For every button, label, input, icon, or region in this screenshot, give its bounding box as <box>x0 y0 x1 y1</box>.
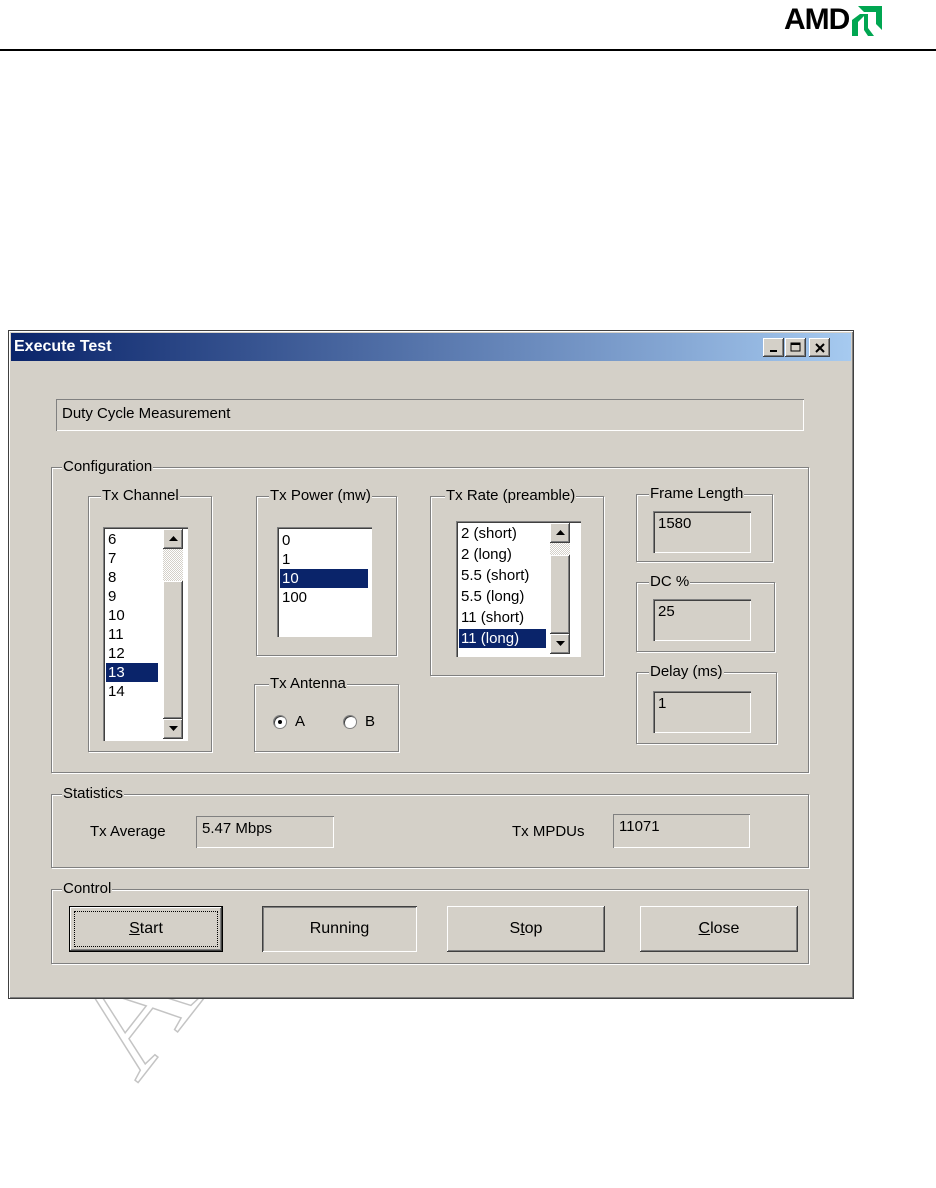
control-group: Control Start Running Stop Close <box>51 880 809 964</box>
tx-rate-listbox[interactable]: 2 (short) 2 (long) 5.5 (short) 5.5 (long… <box>456 521 581 657</box>
tx-average-label: Tx Average <box>90 823 166 840</box>
arrow-down-icon <box>168 726 178 731</box>
running-label: Running <box>309 920 370 937</box>
list-item-selected[interactable]: 11 (long) <box>459 629 546 648</box>
control-label: Control <box>62 880 113 898</box>
configuration-label: Configuration <box>62 458 154 476</box>
frame-length-group: Frame Length 1580 <box>636 485 773 562</box>
dc-percent-group: DC % 25 <box>636 573 775 652</box>
list-item[interactable]: 10 <box>106 606 158 625</box>
radio-selected-dot <box>278 720 282 724</box>
window-title: Execute Test <box>14 338 112 355</box>
list-item[interactable]: 8 <box>106 568 158 587</box>
dc-percent-value: 25 <box>658 603 675 620</box>
arrow-up-icon <box>555 530 565 535</box>
amd-logo-text: AMD <box>784 3 850 36</box>
maximize-icon <box>790 342 801 352</box>
amd-logo: AMD <box>784 3 883 37</box>
arrow-up-icon <box>168 536 178 541</box>
close-icon <box>814 342 825 353</box>
close-window-button[interactable] <box>809 338 830 357</box>
antenna-a-radio[interactable] <box>273 715 287 729</box>
list-item[interactable]: 9 <box>106 587 158 606</box>
minimize-icon <box>769 349 777 352</box>
test-name-field: Duty Cycle Measurement <box>56 399 804 431</box>
list-item[interactable]: 14 <box>106 682 158 701</box>
tx-rate-group: Tx Rate (preamble) 2 (short) 2 (long) 5.… <box>430 487 604 676</box>
arrow-down-icon <box>555 641 565 646</box>
amd-arrow-icon <box>852 6 883 36</box>
tx-power-listbox[interactable]: 0 1 10 100 <box>277 527 372 637</box>
focus-rect <box>74 911 218 947</box>
maximize-button[interactable] <box>785 338 806 357</box>
tx-channel-group: Tx Channel 6 7 8 9 10 11 12 13 14 <box>88 487 212 752</box>
header-rule <box>0 49 936 51</box>
frame-length-value: 1580 <box>658 515 692 532</box>
statistics-label: Statistics <box>62 785 125 803</box>
title-bar[interactable]: Execute Test <box>11 333 851 361</box>
antenna-a-label[interactable]: A <box>295 713 305 730</box>
antenna-b-label[interactable]: B <box>365 713 375 730</box>
antenna-b-radio[interactable] <box>343 715 357 729</box>
test-name-text: Duty Cycle Measurement <box>62 405 231 422</box>
minimize-button[interactable] <box>763 338 784 357</box>
list-item[interactable]: 7 <box>106 549 158 568</box>
tx-mpdus-label: Tx MPDUs <box>512 823 585 840</box>
list-item[interactable]: 12 <box>106 644 158 663</box>
tx-mpdus-field: 11071 <box>613 814 750 848</box>
tx-rate-label: Tx Rate (preamble) <box>445 487 577 505</box>
list-item[interactable]: 6 <box>106 530 158 549</box>
execute-test-window: Execute Test Duty Cycle Measurement Conf… <box>8 330 854 999</box>
scroll-thumb[interactable] <box>550 555 570 634</box>
scroll-down-button[interactable] <box>550 634 570 654</box>
running-button[interactable]: Running <box>262 906 417 952</box>
dc-percent-field[interactable]: 25 <box>653 599 751 641</box>
list-item[interactable]: 1 <box>280 550 368 569</box>
tx-mpdus-value: 11071 <box>619 818 660 835</box>
delay-label: Delay (ms) <box>649 663 724 681</box>
tx-average-field: 5.47 Mbps <box>196 816 334 848</box>
scroll-thumb[interactable] <box>163 581 183 719</box>
delay-field[interactable]: 1 <box>653 691 751 733</box>
stop-label-rest: op <box>524 920 543 937</box>
close-button[interactable]: Close <box>640 906 798 952</box>
list-item[interactable]: 2 (long) <box>459 545 546 564</box>
tx-antenna-label: Tx Antenna <box>269 675 347 693</box>
delay-group: Delay (ms) 1 <box>636 663 777 744</box>
stop-button[interactable]: Stop <box>447 906 605 952</box>
scroll-up-button[interactable] <box>163 529 183 549</box>
list-item-selected[interactable]: 13 <box>106 663 158 682</box>
list-item[interactable]: 2 (short) <box>459 524 546 543</box>
list-item[interactable]: 100 <box>280 588 368 607</box>
tx-channel-listbox[interactable]: 6 7 8 9 10 11 12 13 14 <box>103 527 188 741</box>
tx-power-label: Tx Power (mw) <box>269 487 372 505</box>
delay-value: 1 <box>658 695 667 712</box>
close-mnemonic: C <box>698 920 711 937</box>
list-item[interactable]: 11 (short) <box>459 608 546 627</box>
start-button[interactable]: Start <box>69 906 223 952</box>
tx-channel-label: Tx Channel <box>101 487 180 505</box>
tx-power-group: Tx Power (mw) 0 1 10 100 <box>256 487 397 656</box>
list-item-selected[interactable]: 10 <box>280 569 368 588</box>
frame-length-field[interactable]: 1580 <box>653 511 751 553</box>
close-label: lose <box>710 920 740 937</box>
tx-average-value: 5.47 Mbps <box>202 820 273 837</box>
statistics-group: Statistics Tx Average 5.47 Mbps Tx MPDUs… <box>51 785 809 868</box>
tx-antenna-group: Tx Antenna A B <box>254 675 399 752</box>
tx-rate-scrollbar[interactable] <box>550 523 570 654</box>
list-item[interactable]: 5.5 (short) <box>459 566 546 585</box>
configuration-group: Configuration Tx Channel 6 7 8 9 10 11 1… <box>51 458 809 773</box>
tx-channel-scrollbar[interactable] <box>163 529 183 739</box>
list-item[interactable]: 5.5 (long) <box>459 587 546 606</box>
stop-label-pre: S <box>509 920 521 937</box>
dc-percent-label: DC % <box>649 573 691 591</box>
list-item[interactable]: 0 <box>280 531 368 550</box>
list-item[interactable]: 11 <box>106 625 158 644</box>
frame-length-label: Frame Length <box>649 485 745 503</box>
scroll-down-button[interactable] <box>163 719 183 739</box>
scroll-up-button[interactable] <box>550 523 570 543</box>
